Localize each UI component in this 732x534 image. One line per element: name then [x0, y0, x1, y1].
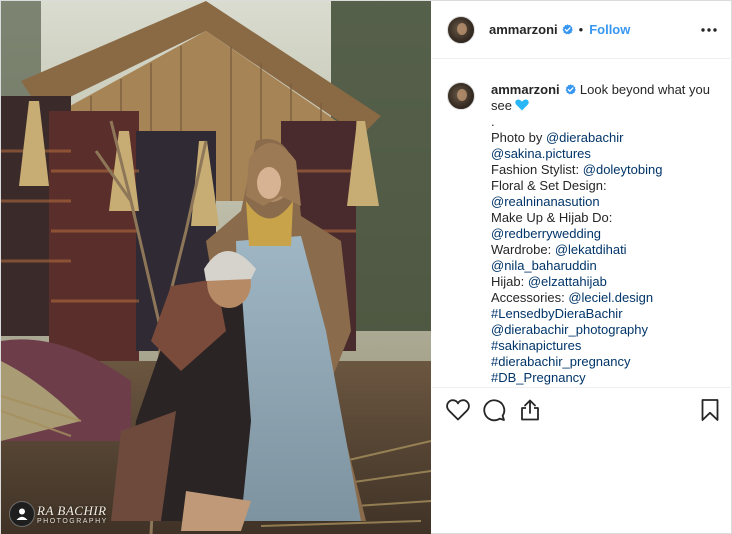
post-photo[interactable]: RA BACHIR PHOTOGRAPHY: [1, 1, 431, 534]
caption-floral-label: Floral & Set Design:: [491, 178, 607, 193]
mention-dierabachir-photography[interactable]: @dierabachir_photography: [491, 322, 648, 337]
mention-elzattahijab[interactable]: @elzattahijab: [528, 274, 607, 289]
caption-stylist: Fashion Stylist: @doleytobing: [491, 162, 714, 178]
accessories-prefix: Accessories:: [491, 290, 569, 305]
heart-outline-icon[interactable]: [446, 398, 470, 422]
user-tag-icon[interactable]: [9, 501, 35, 527]
caption-avatar[interactable]: [447, 82, 475, 110]
caption-comment: ammarzoni Look beyond what you see . Pho…: [447, 82, 716, 386]
caption-wardrobe: Wardrobe: @lekatdihati: [491, 242, 714, 258]
photo-by-prefix: Photo by: [491, 130, 546, 145]
post-side-panel: ammarzoni • Follow ammarzoni Look beyond…: [432, 1, 732, 533]
caption-hijab: Hijab: @elzattahijab: [491, 274, 714, 290]
header-avatar[interactable]: [447, 15, 475, 44]
caption-text: ammarzoni Look beyond what you see . Pho…: [491, 82, 714, 386]
hashtag-sakinapictures[interactable]: #sakinapictures: [491, 338, 581, 353]
verified-badge-icon: [565, 83, 577, 95]
hashtag-db-pregnancy[interactable]: #DB_Pregnancy: [491, 370, 586, 385]
photo-illustration: [1, 1, 431, 534]
post-actions: [432, 387, 732, 433]
mention-sakina[interactable]: @sakina.pictures: [491, 146, 591, 161]
caption-tag3: #sakinapictures: [491, 338, 714, 354]
mention-leciel[interactable]: @leciel.design: [568, 290, 653, 305]
person-glyph: [16, 508, 28, 520]
caption-tag1: #LensedbyDieraBachir: [491, 306, 714, 322]
caption-first-line-a: Look beyond what you: [579, 82, 710, 97]
hashtag-dierabachir-pregnancy[interactable]: #dierabachir_pregnancy: [491, 354, 630, 369]
caption-floral: @realninanasution: [491, 194, 714, 210]
header-username[interactable]: ammarzoni: [489, 22, 558, 37]
caption-line-1: ammarzoni Look beyond what you: [491, 82, 714, 98]
follow-button[interactable]: Follow: [589, 22, 630, 37]
post-header: ammarzoni • Follow: [432, 1, 732, 59]
hashtag-lensedbydierabachir[interactable]: #LensedbyDieraBachir: [491, 306, 623, 321]
caption-sakina: @sakina.pictures: [491, 146, 714, 162]
caption-tag4: #dierabachir_pregnancy: [491, 354, 714, 370]
watermark-text: RA BACHIR PHOTOGRAPHY: [37, 504, 108, 525]
watermark-main: RA BACHIR: [37, 502, 107, 518]
stylist-prefix: Fashion Stylist:: [491, 162, 583, 177]
caption-dot-line: .: [491, 114, 495, 129]
instagram-post: RA BACHIR PHOTOGRAPHY ammarzoni • Follow: [0, 0, 732, 534]
caption-photo-by: Photo by @dierabachir: [491, 130, 714, 146]
comment-bubble-icon[interactable]: [482, 398, 506, 422]
mention-lekatdihati[interactable]: @lekatdihati: [555, 242, 627, 257]
share-upload-icon[interactable]: [518, 398, 542, 422]
comments-section[interactable]: ammarzoni Look beyond what you see . Pho…: [432, 60, 732, 386]
more-options-icon[interactable]: [700, 21, 718, 39]
caption-first-line-b: see: [491, 98, 512, 113]
hijab-prefix: Hijab:: [491, 274, 528, 289]
caption-accessories: Accessories: @leciel.design: [491, 290, 714, 306]
watermark-sub: PHOTOGRAPHY: [37, 517, 108, 525]
caption-makeup: @redberrywedding: [491, 226, 714, 242]
header-separator: •: [578, 22, 584, 37]
caption-tag2: @dierabachir_photography: [491, 322, 714, 338]
mention-dierabachir[interactable]: @dierabachir: [546, 130, 624, 145]
verified-badge-icon: [562, 24, 573, 35]
mention-redberrywedding[interactable]: @redberrywedding: [491, 226, 601, 241]
wardrobe-prefix: Wardrobe:: [491, 242, 555, 257]
caption-username[interactable]: ammarzoni: [491, 82, 560, 97]
caption-makeup-label: Make Up & Hijab Do:: [491, 210, 613, 225]
caption-tag5: #DB_Pregnancy: [491, 370, 714, 386]
mention-realninanasution[interactable]: @realninanasution: [491, 194, 600, 209]
mention-nila[interactable]: @nila_baharuddin: [491, 258, 597, 273]
mention-doleytobing[interactable]: @doleytobing: [583, 162, 663, 177]
blue-heart-emoji: [515, 99, 529, 111]
photo-watermark: RA BACHIR PHOTOGRAPHY: [9, 501, 108, 527]
caption-line-2: see: [491, 98, 714, 114]
bookmark-icon[interactable]: [698, 398, 722, 422]
caption-nila: @nila_baharuddin: [491, 258, 714, 274]
